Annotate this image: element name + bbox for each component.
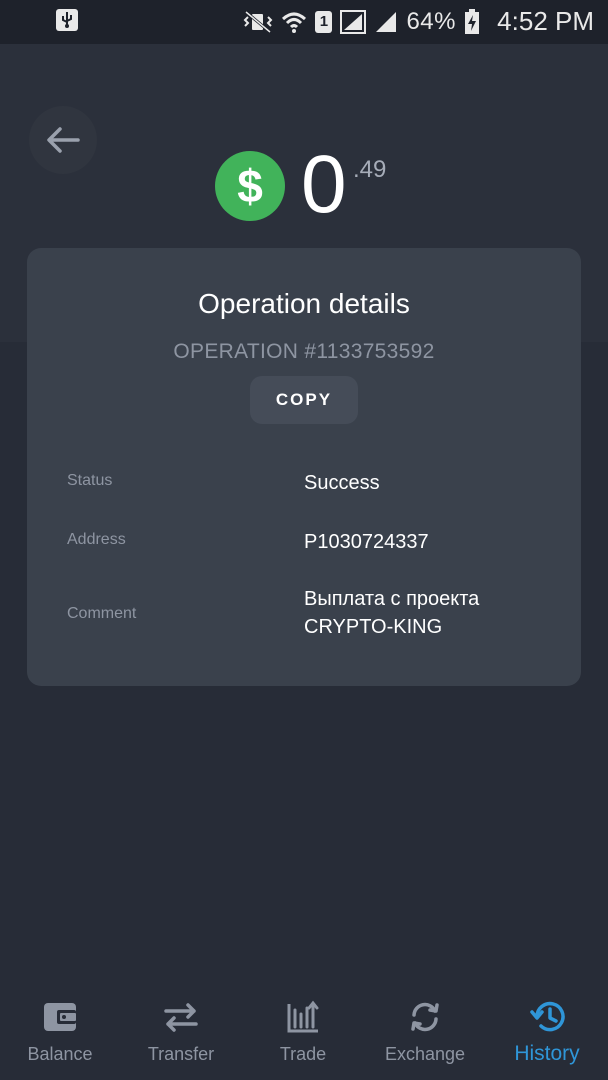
battery-charging-icon xyxy=(465,9,479,34)
nav-label: Transfer xyxy=(147,1044,215,1064)
nav-label: History xyxy=(514,1042,580,1065)
detail-value: P1030724337 xyxy=(304,531,429,553)
back-button[interactable] xyxy=(29,106,97,174)
balance-integer: 0 xyxy=(301,139,347,230)
nav-trade[interactable]: Trade xyxy=(243,984,363,1080)
balance-fraction: .49 xyxy=(353,156,387,183)
detail-label: Status xyxy=(67,472,113,489)
nav-label: Exchange xyxy=(384,1044,466,1064)
clock: 4:52 PM xyxy=(497,6,594,36)
detail-value: Success xyxy=(304,472,380,494)
battery-percent: 64% xyxy=(406,8,456,35)
wallet-icon xyxy=(44,1003,76,1031)
nav-history[interactable]: History xyxy=(487,984,607,1080)
detail-label: Comment xyxy=(67,605,137,622)
usb-icon xyxy=(56,9,78,31)
nav-exchange[interactable]: Exchange xyxy=(365,984,485,1080)
dollar-icon: $ xyxy=(215,151,285,221)
copy-button[interactable]: COPY xyxy=(250,376,358,424)
bottom-nav: Balance Transfer Trade Exchange History xyxy=(0,984,608,1080)
operation-details-card: Operation details OPERATION #1133753592 … xyxy=(27,248,581,686)
card-title: Operation details xyxy=(198,288,410,319)
detail-value: Выплата с проекта CRYPTO-KING xyxy=(304,588,480,638)
status-bar: 1 64% 4:52 PM xyxy=(0,0,608,44)
transfer-arrows-icon xyxy=(164,1003,198,1032)
sim-slot-badge: 1 xyxy=(315,11,333,33)
trade-chart-icon xyxy=(287,1000,319,1033)
nav-label: Trade xyxy=(279,1044,327,1064)
detail-label: Address xyxy=(67,531,126,548)
exchange-cycle-icon xyxy=(411,1002,439,1032)
arrow-left-icon xyxy=(47,127,80,153)
nav-transfer[interactable]: Transfer xyxy=(121,984,241,1080)
signal-strength-icon xyxy=(376,12,397,32)
signal-icon xyxy=(340,10,367,34)
nav-label: Balance xyxy=(27,1044,93,1064)
nav-balance[interactable]: Balance xyxy=(0,984,120,1080)
wifi-icon xyxy=(282,12,307,33)
history-clock-icon xyxy=(530,1001,565,1032)
operation-id: OPERATION #1133753592 xyxy=(173,340,435,363)
vibrate-mute-icon xyxy=(244,10,273,34)
